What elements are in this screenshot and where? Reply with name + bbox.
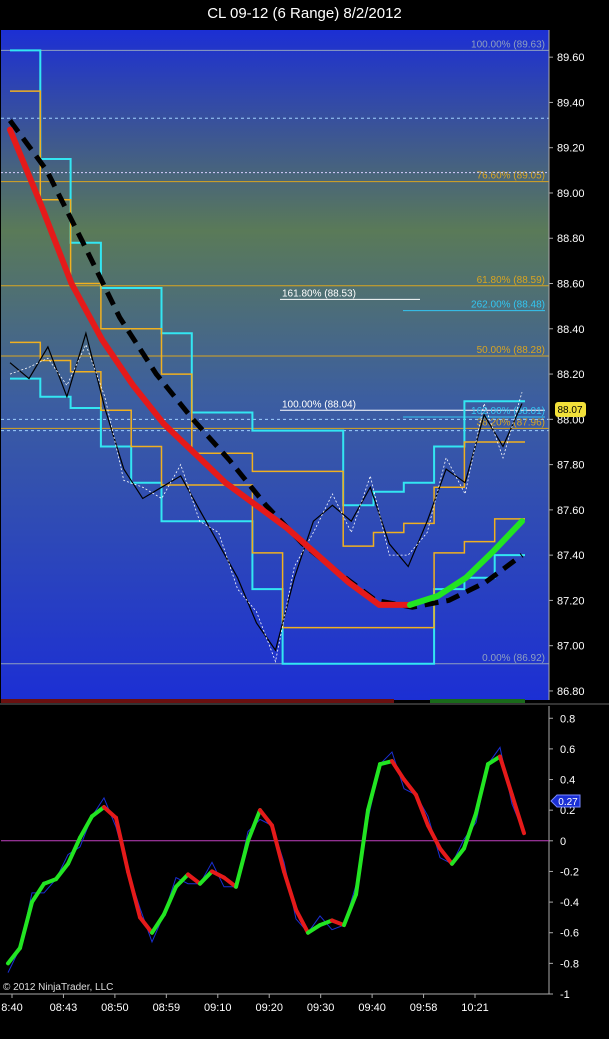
chart-canvas[interactable]: 100.00% (89.63)76.60% (89.05)61.80% (88.… [0,0,609,1039]
time-tick-label: 08:43 [50,1002,78,1014]
copyright-label: © 2012 NinjaTrader, LLC [3,982,113,993]
fib-level-label: 0.00% (86.92) [482,653,545,664]
oscillator-tick-label: -0.8 [560,958,579,970]
fib-level-label: 50.00% (88.28) [477,345,545,356]
oscillator-tick-label: 0.8 [560,713,575,725]
price-tick-label: 88.40 [557,324,585,336]
price-tick-label: 88.80 [557,233,585,245]
extension-level-label: 161.80% (88.53) [282,288,356,299]
price-tick-label: 87.40 [557,550,585,562]
time-tick-label: 08:59 [153,1002,181,1014]
oscillator-tick-label: -1 [560,989,570,1001]
price-tick-label: 87.60 [557,505,585,517]
oscillator-tick-label: -0.4 [560,897,579,909]
price-tick-label: 89.40 [557,97,585,109]
oscillator-tick-label: 0 [560,836,566,848]
time-tick-label: 09:10 [204,1002,232,1014]
time-tick-label: 09:58 [410,1002,438,1014]
time-axis-ticks: 8:40 08:43 08:50 08:59 09:10 09:20 09:30 09:40 0… [1,994,489,1014]
price-tick-label: 88.20 [557,369,585,381]
price-panel-background [1,30,549,700]
oscillator-tick-label: 0.6 [560,744,575,756]
time-tick-label: 09:30 [307,1002,335,1014]
price-tick-label: 86.80 [557,686,585,698]
oscillator-panel-background [1,706,549,994]
extension-level-label: 100.00% (88.04) [282,399,356,410]
price-tick-label: 88.60 [557,279,585,291]
oscillator-tick-label: -0.2 [560,866,579,878]
time-tick-label: 10:21 [461,1002,489,1014]
price-tick-label: 89.00 [557,188,585,200]
oscillator-tick-label: 0.4 [560,775,575,787]
oscillator-value-label: 0.27 [558,797,578,808]
status-strip-green [430,699,525,703]
last-price-label: 88.07 [557,405,582,416]
time-tick-label: 8:40 [1,1002,22,1014]
price-tick-label: 89.20 [557,143,585,155]
price-tick-label: 87.00 [557,641,585,653]
oscillator-axis-ticks: 0.80.60.40.20-0.2-0.4-0.6-0.8-1 [549,713,579,1001]
extension-level-label: 162.00% (88.01) [471,406,545,417]
fib-level-label: 100.00% (89.63) [471,39,545,50]
oscillator-tick-label: -0.6 [560,928,579,940]
status-strip-red [1,699,394,703]
time-tick-label: 08:50 [101,1002,129,1014]
time-tick-label: 09:40 [358,1002,386,1014]
price-tick-label: 87.80 [557,460,585,472]
price-axis-ticks: 89.60 89.40 89.20 89.00 88.80 88.60 88.40 88.20… [549,52,585,698]
price-tick-label: 87.20 [557,595,585,607]
extension-level-label: 262.00% (88.48) [471,300,545,311]
price-tick-label: 89.60 [557,52,585,64]
time-tick-label: 09:20 [255,1002,283,1014]
fib-level-label: 61.80% (88.59) [477,275,545,286]
